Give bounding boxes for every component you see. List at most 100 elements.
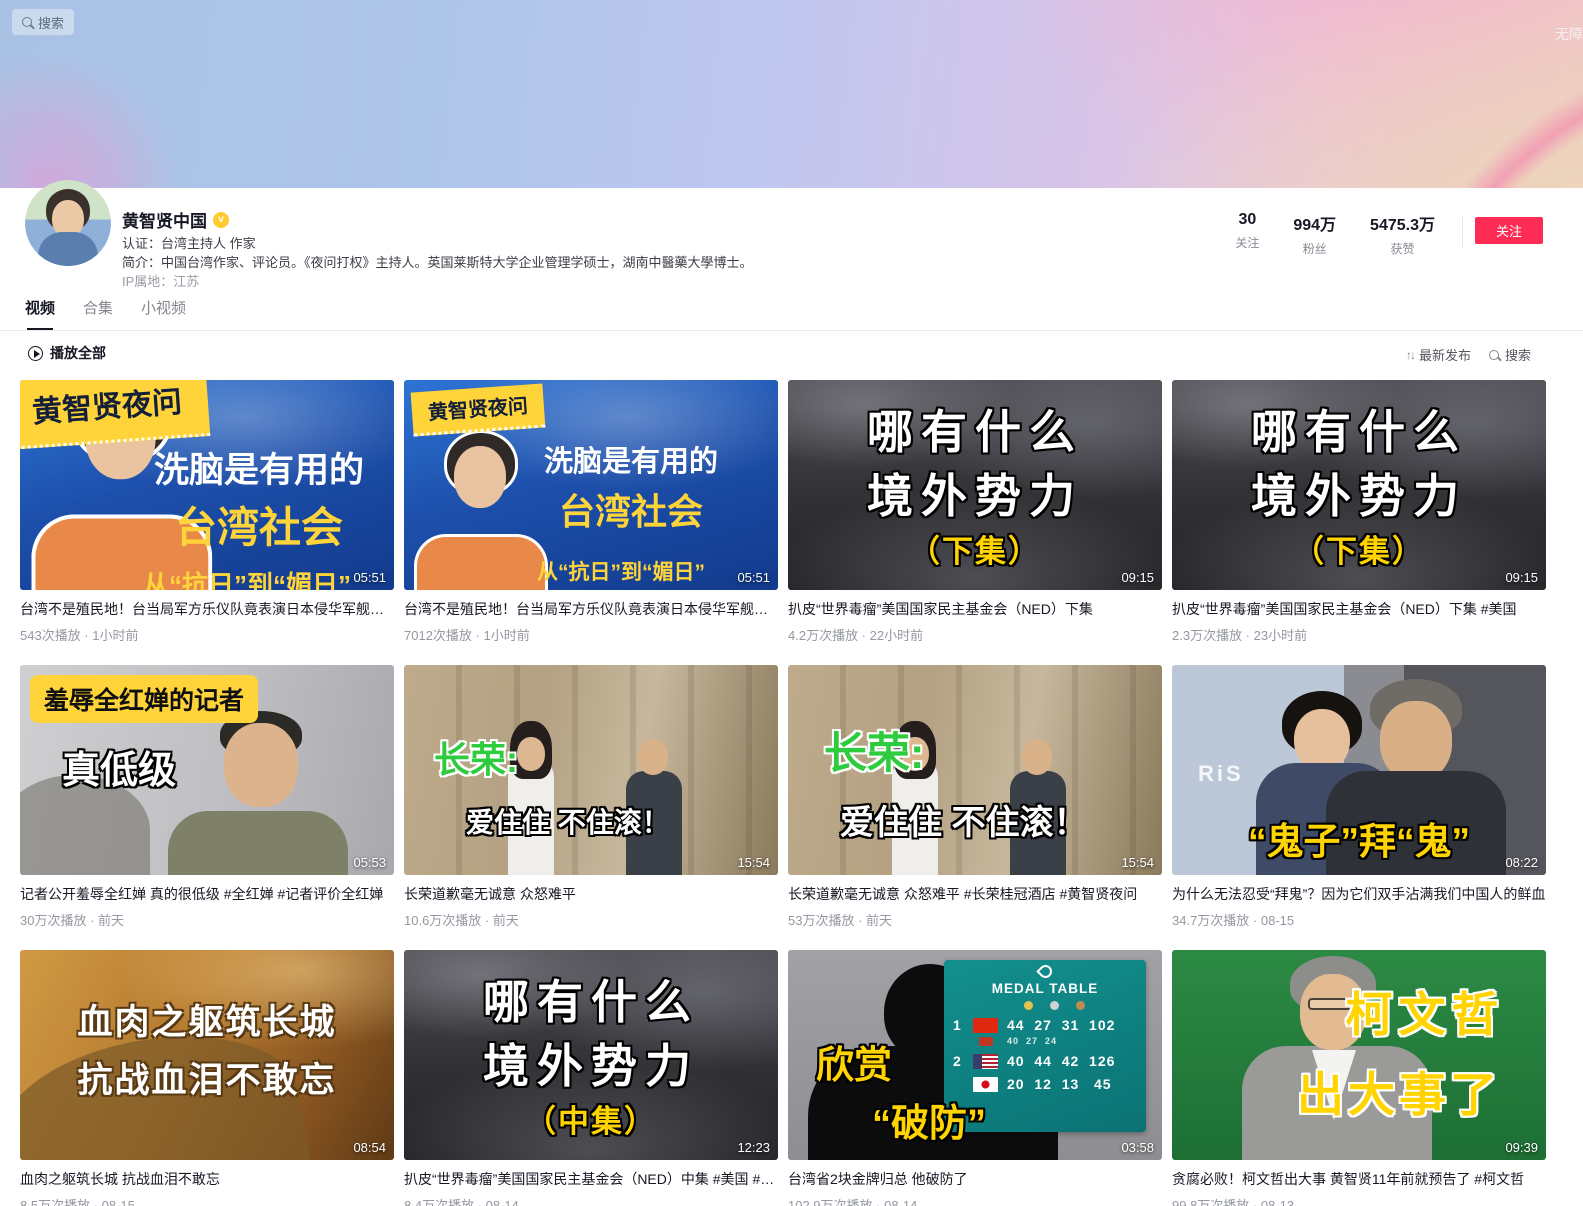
olympics-logo-icon — [1036, 962, 1054, 980]
video-card[interactable]: MEDAL TABLE 1 44 27 31 102 4 — [788, 950, 1162, 1206]
video-thumbnail[interactable]: 长荣: 爱住住 不住滚！ 15:54 — [788, 665, 1162, 875]
video-title[interactable]: 台湾不是殖民地！台当局军方乐仪队竟表演日本侵华军舰进行曲 — [404, 599, 778, 619]
profile-name-row: 黄智贤中国 v — [122, 207, 229, 232]
profile-ip-location: IP属地：江苏 — [122, 271, 199, 290]
silver-medal-icon — [1050, 1001, 1059, 1010]
video-thumbnail[interactable]: 柯文哲 出大事了 09:39 — [1172, 950, 1546, 1160]
video-card[interactable]: 血肉之躯筑长城 抗战血泪不敢忘 08:54 血肉之躯筑长城 抗战血泪不敢忘 8.… — [20, 950, 394, 1206]
sort-icon: ↑↓ — [1406, 348, 1414, 362]
video-title[interactable]: 长荣道歉毫无诚意 众怒难平 #长荣桂冠酒店 #黄智贤夜问 — [788, 884, 1162, 904]
person-photo — [168, 811, 348, 875]
stat-following[interactable]: 30 关注 — [1235, 211, 1259, 257]
usa-flag-icon — [973, 1054, 998, 1069]
person-photo — [1380, 701, 1452, 781]
video-card[interactable]: RiS “鬼子”拜“鬼” 08:22 为什么无法忍受“拜鬼”？因为它们双手沾满我… — [1172, 665, 1546, 929]
accessibility-link[interactable]: 无障碍 — [1555, 24, 1583, 44]
video-meta: 4.2万次播放 · 22小时前 — [788, 625, 1162, 644]
gold-medal-icon — [1024, 1001, 1033, 1010]
follow-button[interactable]: 关注 — [1475, 217, 1543, 244]
search-icon — [22, 17, 32, 27]
tab-short-videos[interactable]: 小视频 — [141, 297, 186, 330]
video-duration: 05:51 — [737, 570, 770, 585]
video-card[interactable]: 哪有什么 境外势力 （中集） 12:23 扒皮“世界毒瘤”美国国家民主基金会（N… — [404, 950, 778, 1206]
video-title[interactable]: 长荣道歉毫无诚意 众怒难平 — [404, 884, 778, 904]
thumb-text: “破防” — [872, 1092, 986, 1147]
video-card[interactable]: 柯文哲 出大事了 09:39 贪腐必败！柯文哲出大事 黄智贤11年前就预告了 #… — [1172, 950, 1546, 1206]
avatar[interactable] — [25, 180, 111, 266]
video-meta: 99.8万次播放 · 08-13 — [1172, 1195, 1546, 1206]
search-icon — [1489, 350, 1499, 360]
stat-followers[interactable]: 994万 粉丝 — [1293, 211, 1336, 257]
play-icon — [28, 346, 43, 361]
thumb-text: 哪有什么 — [788, 396, 1162, 462]
video-meta: 2.3万次播放 · 23小时前 — [1172, 625, 1546, 644]
medal-subrow: 40 27 24 — [953, 1036, 1137, 1046]
video-card[interactable]: 哪有什么 境外势力 （下集） 09:15 扒皮“世界毒瘤”美国国家民主基金会（N… — [788, 380, 1162, 644]
search-placeholder: 搜索 — [38, 13, 64, 32]
video-duration: 15:54 — [1121, 855, 1154, 870]
tab-bar: 视频 合集 小视频 — [0, 297, 1583, 331]
profile-certification: 认证：台湾主持人 作家 — [122, 233, 256, 252]
video-card[interactable]: 长荣: 爱住住 不住滚！ 15:54 长荣道歉毫无诚意 众怒难平 #长荣桂冠酒店… — [788, 665, 1162, 929]
top-search-box[interactable]: 搜索 — [12, 9, 74, 35]
sort-button[interactable]: ↑↓ 最新发布 — [1406, 345, 1471, 364]
thumb-text: （下集） — [788, 526, 1162, 571]
play-all-button[interactable]: 播放全部 — [28, 343, 106, 363]
china-flag-icon — [973, 1018, 998, 1033]
medal-header-icons — [953, 1001, 1137, 1010]
profile-stats: 30 关注 994万 粉丝 5475.3万 获赞 — [1235, 211, 1435, 257]
video-title[interactable]: 为什么无法忍受“拜鬼”？因为它们双手沾满我们中国人的鲜血 — [1172, 884, 1546, 904]
thumb-text: 从“抗日”到“媚日” — [60, 565, 394, 590]
thumb-text: 哪有什么 — [404, 966, 778, 1032]
video-thumbnail[interactable]: 黄智贤夜问 洗脑是有用的 台湾社会 从“抗日”到“媚日” 05:51 — [20, 380, 394, 590]
video-title[interactable]: 台湾省2块金牌归总 他破防了 — [788, 1169, 1162, 1189]
avatar-body — [38, 232, 98, 266]
tab-collections[interactable]: 合集 — [83, 297, 113, 330]
video-card[interactable]: 长荣: 爱住住 不住滚！ 15:54 长荣道歉毫无诚意 众怒难平 10.6万次播… — [404, 665, 778, 929]
video-search-button[interactable]: 搜索 — [1489, 345, 1531, 364]
video-thumbnail[interactable]: RiS “鬼子”拜“鬼” 08:22 — [1172, 665, 1546, 875]
video-duration: 08:22 — [1505, 855, 1538, 870]
stat-likes[interactable]: 5475.3万 获赞 — [1370, 211, 1435, 257]
video-thumbnail[interactable]: MEDAL TABLE 1 44 27 31 102 4 — [788, 950, 1162, 1160]
video-title[interactable]: 贪腐必败！柯文哲出大事 黄智贤11年前就预告了 #柯文哲 — [1172, 1169, 1546, 1189]
video-card[interactable]: 羞辱全红婵的记者 真低级 05:53 记者公开羞辱全红婵 真的很低级 #全红婵 … — [20, 665, 394, 929]
thumb-text: 台湾社会 — [444, 483, 778, 535]
video-meta: 543次播放 · 1小时前 — [20, 625, 394, 644]
video-title[interactable]: 扒皮“世界毒瘤”美国国家民主基金会（NED）下集 #美国 — [1172, 599, 1546, 619]
video-title[interactable]: 记者公开羞辱全红婵 真的很低级 #全红婵 #记者评价全红婵 — [20, 884, 394, 904]
video-title[interactable]: 扒皮“世界毒瘤”美国国家民主基金会（NED）中集 #美国 #颜革 — [404, 1169, 778, 1189]
thumb-text: 境外势力 — [1172, 460, 1546, 526]
tab-videos[interactable]: 视频 — [25, 297, 55, 330]
thumb-text: 长荣: — [434, 731, 518, 783]
thumb-text: 哪有什么 — [1172, 396, 1546, 462]
thumb-text: 抗战血泪不敢忘 — [20, 1052, 394, 1103]
video-thumbnail[interactable]: 长荣: 爱住住 不住滚！ 15:54 — [404, 665, 778, 875]
thumb-text: （中集） — [404, 1096, 778, 1141]
thumb-text: “鬼子”拜“鬼” — [1172, 811, 1546, 865]
video-duration: 15:54 — [737, 855, 770, 870]
video-thumbnail[interactable]: 黄智贤夜问 洗脑是有用的 台湾社会 从“抗日”到“媚日” 05:51 — [404, 380, 778, 590]
video-meta: 102.9万次播放 · 08-14 — [788, 1195, 1162, 1206]
video-title[interactable]: 扒皮“世界毒瘤”美国国家民主基金会（NED）下集 — [788, 599, 1162, 619]
person-photo — [1294, 709, 1350, 771]
thumb-text: （下集） — [1172, 526, 1546, 571]
video-card[interactable]: 黄智贤夜问 洗脑是有用的 台湾社会 从“抗日”到“媚日” 05:51 台湾不是殖… — [404, 380, 778, 644]
profile-banner: 搜索 无障碍 — [0, 0, 1583, 188]
video-card[interactable]: 黄智贤夜问 洗脑是有用的 台湾社会 从“抗日”到“媚日” 05:51 台湾不是殖… — [20, 380, 394, 644]
person-photo — [224, 723, 298, 807]
video-thumbnail[interactable]: 哪有什么 境外势力 （下集） 09:15 — [1172, 380, 1546, 590]
video-duration: 09:15 — [1121, 570, 1154, 585]
video-duration: 09:39 — [1505, 1140, 1538, 1155]
video-duration: 05:53 — [353, 855, 386, 870]
video-thumbnail[interactable]: 哪有什么 境外势力 （下集） 09:15 — [788, 380, 1162, 590]
video-thumbnail[interactable]: 羞辱全红婵的记者 真低级 05:53 — [20, 665, 394, 875]
thumb-text: 出大事了 — [1212, 1056, 1546, 1125]
video-thumbnail[interactable]: 血肉之躯筑长城 抗战血泪不敢忘 08:54 — [20, 950, 394, 1160]
video-title[interactable]: 台湾不是殖民地！台当局军方乐仪队竟表演日本侵华军舰进行曲 — [20, 599, 394, 619]
video-card[interactable]: 哪有什么 境外势力 （下集） 09:15 扒皮“世界毒瘤”美国国家民主基金会（N… — [1172, 380, 1546, 644]
bronze-medal-icon — [1076, 1001, 1085, 1010]
video-search-label: 搜索 — [1505, 345, 1531, 364]
video-thumbnail[interactable]: 哪有什么 境外势力 （中集） 12:23 — [404, 950, 778, 1160]
video-title[interactable]: 血肉之躯筑长城 抗战血泪不敢忘 — [20, 1169, 394, 1189]
